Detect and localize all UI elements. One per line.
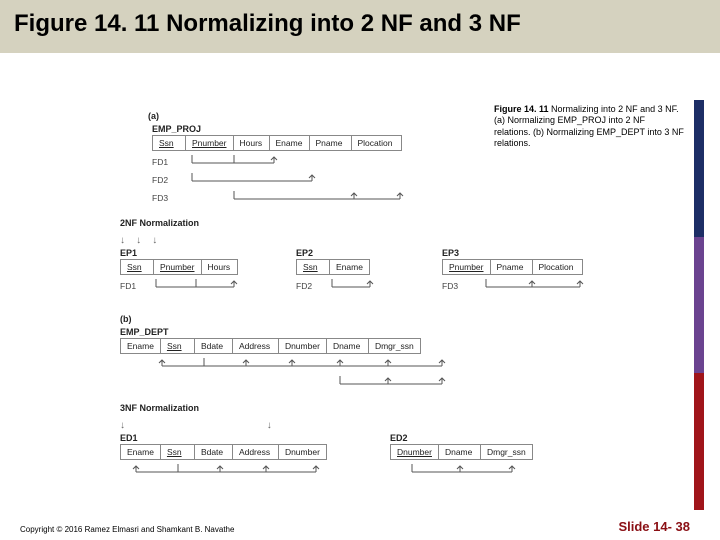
ep3: EP3 Pnumber Pname Plocation FD3 bbox=[442, 248, 618, 295]
col-pname: Pname bbox=[310, 135, 352, 151]
part-a-result: 2NF Normalization ↓ ↓ ↓ EP1 Ssn Pnumber … bbox=[120, 213, 700, 295]
ed2: ED2 Dnumber Dname Dmgr_ssn bbox=[390, 433, 550, 481]
ep3-name: EP3 bbox=[442, 248, 618, 258]
ep2-ename: Ename bbox=[330, 259, 370, 275]
ed1: ED1 Ename Ssn Bdate Address Dnumber bbox=[120, 433, 350, 481]
emp-proj-name: EMP_PROJ bbox=[152, 124, 700, 134]
ed1-name: ED1 bbox=[120, 433, 350, 443]
fd1-arrow-icon bbox=[178, 155, 438, 167]
fd1-label: FD1 bbox=[152, 157, 178, 167]
ed-dname: Dname bbox=[327, 338, 369, 354]
ep3-fd: FD3 bbox=[442, 281, 468, 291]
emp-dept-schema: Ename Ssn Bdate Address Dnumber Dname Dm… bbox=[120, 338, 700, 354]
ed-bdate: Bdate bbox=[195, 338, 233, 354]
title-band: Figure 14. 11 Normalizing into 2 NF and … bbox=[0, 0, 720, 53]
fd3-arrow-icon bbox=[178, 191, 438, 203]
ep1-ssn: Ssn bbox=[120, 259, 154, 275]
part-a-label: (a) bbox=[148, 111, 159, 121]
empdept-fd1-arrow-icon bbox=[146, 358, 486, 370]
ed1-dnumber: Dnumber bbox=[279, 444, 327, 460]
ep2-ssn: Ssn bbox=[296, 259, 330, 275]
ed-ssn: Ssn bbox=[161, 338, 195, 354]
part-b-result: 3NF Normalization ↓ ↓ ED1 Ename Ssn Bdat… bbox=[120, 398, 700, 481]
norm3-label: 3NF Normalization bbox=[120, 403, 199, 413]
ep1-pnumber: Pnumber bbox=[154, 259, 202, 275]
emp-proj-schema: Ssn Pnumber Hours Ename Pname Plocation bbox=[152, 135, 700, 151]
ep3-arrow-icon bbox=[468, 279, 618, 291]
down-arrows-icon: ↓ ↓ ↓ bbox=[120, 235, 700, 246]
empdept-fd2-arrow-icon bbox=[146, 376, 486, 388]
ed1-ename: Ename bbox=[120, 444, 161, 460]
col-hours: Hours bbox=[234, 135, 270, 151]
col-ename: Ename bbox=[270, 135, 310, 151]
ed-address: Address bbox=[233, 338, 279, 354]
emp-dept-name: EMP_DEPT bbox=[120, 327, 700, 337]
ed-dnumber: Dnumber bbox=[279, 338, 327, 354]
col-ssn: Ssn bbox=[152, 135, 186, 151]
ed-dmgrssn: Dmgr_ssn bbox=[369, 338, 421, 354]
part-a: (a) EMP_PROJ Ssn Pnumber Hours Ename Pna… bbox=[152, 106, 700, 203]
fd3-label: FD3 bbox=[152, 193, 178, 203]
ed2-arrow-icon bbox=[390, 464, 550, 476]
ep1-hours: Hours bbox=[202, 259, 238, 275]
slide-title: Figure 14. 11 Normalizing into 2 NF and … bbox=[14, 10, 706, 39]
ep2-fd: FD2 bbox=[296, 281, 322, 291]
norm2-label: 2NF Normalization bbox=[120, 218, 199, 228]
part-b-label: (b) bbox=[120, 314, 132, 324]
ep1: EP1 Ssn Pnumber Hours FD1 bbox=[120, 248, 266, 295]
part-b: (b) EMP_DEPT Ename Ssn Bdate Address Dnu… bbox=[120, 309, 700, 388]
ep3-pname: Pname bbox=[491, 259, 533, 275]
ed2-dnumber: Dnumber bbox=[390, 444, 439, 460]
ed-ename: Ename bbox=[120, 338, 161, 354]
ep1-fd: FD1 bbox=[120, 281, 146, 291]
ep3-plocation: Plocation bbox=[533, 259, 583, 275]
fd2-arrow-icon bbox=[178, 173, 438, 185]
col-plocation: Plocation bbox=[352, 135, 402, 151]
ep3-pnumber: Pnumber bbox=[442, 259, 491, 275]
ed1-address: Address bbox=[233, 444, 279, 460]
emp-proj-fds: FD1 FD2 FD3 bbox=[152, 153, 700, 203]
ep2: EP2 Ssn Ename FD2 bbox=[296, 248, 412, 295]
ed2-dmgrssn: Dmgr_ssn bbox=[481, 444, 533, 460]
ed1-arrow-icon bbox=[120, 464, 350, 476]
ep2-arrow-icon bbox=[322, 279, 412, 291]
fd2-label: FD2 bbox=[152, 175, 178, 185]
ed1-ssn: Ssn bbox=[161, 444, 195, 460]
footer: Copyright © 2016 Ramez Elmasri and Shamk… bbox=[20, 519, 690, 534]
slide-body: (a) EMP_PROJ Ssn Pnumber Hours Ename Pna… bbox=[0, 100, 720, 520]
ep1-name: EP1 bbox=[120, 248, 266, 258]
down-arrows-icon-b: ↓ ↓ bbox=[120, 420, 700, 431]
ed1-bdate: Bdate bbox=[195, 444, 233, 460]
ep2-name: EP2 bbox=[296, 248, 412, 258]
ed2-dname: Dname bbox=[439, 444, 481, 460]
copyright: Copyright © 2016 Ramez Elmasri and Shamk… bbox=[20, 525, 234, 534]
ed2-name: ED2 bbox=[390, 433, 550, 443]
ep1-arrow-icon bbox=[146, 279, 266, 291]
col-pnumber: Pnumber bbox=[186, 135, 234, 151]
slide-number: Slide 14- 38 bbox=[618, 519, 690, 534]
